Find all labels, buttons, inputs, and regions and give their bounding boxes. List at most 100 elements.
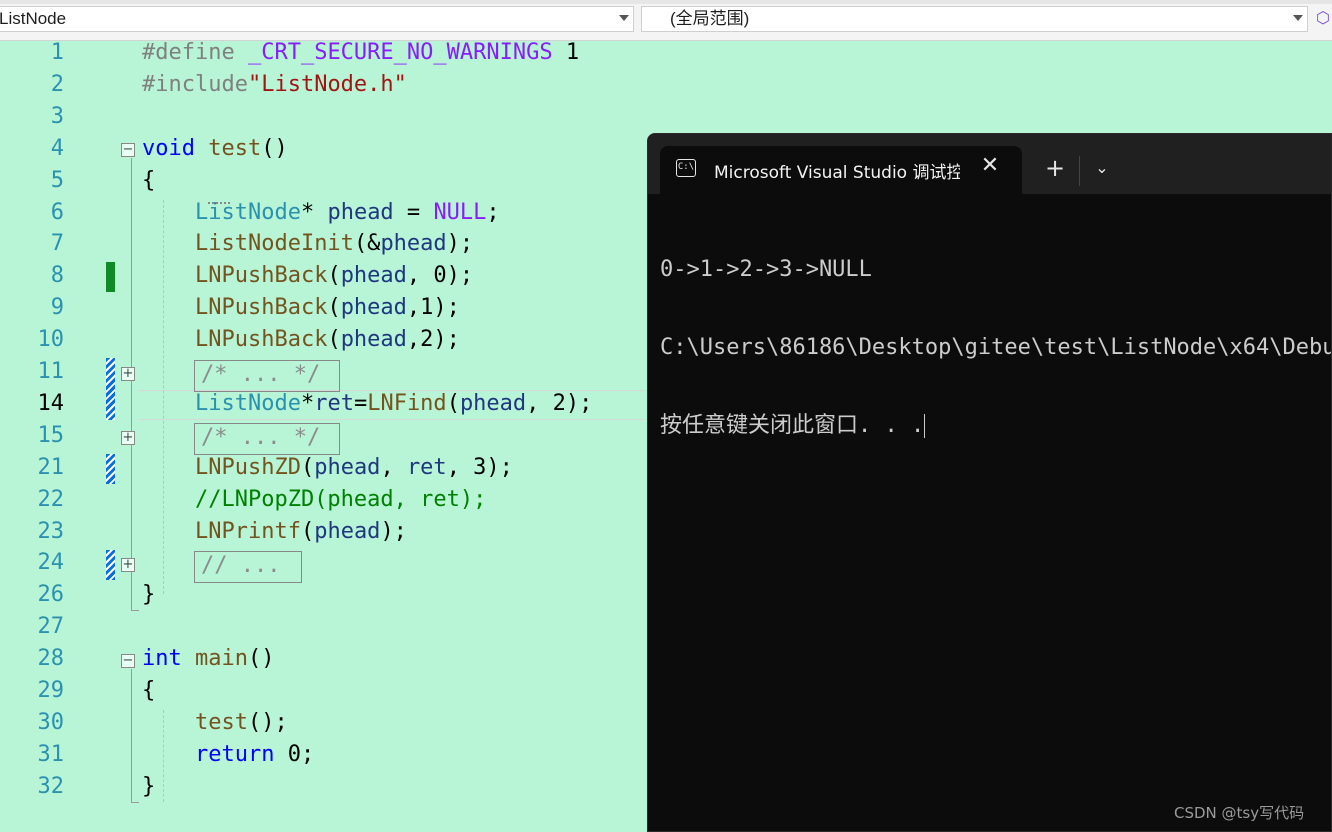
- code-token: ListNodeInit: [194, 231, 354, 257]
- console-tab[interactable]: C:\ Microsoft Visual Studio 调试控制台 ✕: [660, 146, 1022, 194]
- code-line[interactable]: ListNodeInit(&phead);: [142, 231, 473, 256]
- fold-guide-end: [131, 610, 139, 611]
- code-line[interactable]: LNPushBack(phead,2);: [142, 327, 460, 352]
- line-number: 1: [50, 40, 64, 65]
- code-line[interactable]: LNPrintf(phead);: [142, 519, 407, 544]
- line-number: 26: [37, 582, 65, 608]
- code-token: 0;: [274, 741, 315, 767]
- code-line[interactable]: {: [142, 678, 155, 703]
- code-token: phead: [459, 390, 527, 416]
- code-token: ListNode: [194, 390, 301, 416]
- code-token: NULL: [433, 199, 487, 225]
- line-number: 2: [50, 71, 64, 97]
- line-number: 32: [37, 773, 65, 799]
- line-number: 4: [50, 135, 64, 161]
- code-line[interactable]: {: [142, 168, 155, 193]
- code-line[interactable]: LNPushZD(phead, ret, 3);: [142, 455, 513, 480]
- code-line[interactable]: }: [142, 582, 155, 607]
- fold-minus-icon[interactable]: −: [121, 654, 135, 668]
- fold-plus-icon[interactable]: +: [121, 558, 135, 572]
- line-number: 10: [37, 327, 65, 353]
- code-token: ,2);: [406, 327, 460, 353]
- code-token: );: [380, 518, 407, 544]
- code-token: phead: [340, 295, 407, 321]
- code-line[interactable]: #define _CRT_SECURE_NO_WARNINGS 1: [142, 40, 579, 65]
- console-tab-title: Microsoft Visual Studio 调试控制台: [714, 163, 960, 183]
- code-line[interactable]: LNPushBack(phead, 0);: [142, 263, 473, 288]
- code-token: {: [142, 678, 156, 703]
- code-line[interactable]: LNPushBack(phead,1);: [142, 295, 460, 320]
- indent-guide: [163, 200, 164, 594]
- unsaved-change-marker: [106, 454, 115, 484]
- code-token: , 0);: [406, 263, 474, 289]
- code-token: LNPrintf: [194, 518, 301, 544]
- top-strip: [0, 0, 1332, 4]
- line-number: 27: [37, 614, 65, 640]
- fold-plus-icon[interactable]: +: [121, 367, 135, 381]
- code-token: phead: [380, 231, 447, 257]
- close-icon[interactable]: ✕: [978, 154, 1002, 178]
- code-token: LNFind: [367, 390, 447, 416]
- code-token: LNPushZD: [194, 454, 301, 480]
- code-token: (: [327, 263, 341, 289]
- code-token: (): [247, 646, 275, 672]
- code-token: test: [194, 709, 248, 735]
- code-token: phead: [314, 454, 381, 480]
- code-token: phead: [340, 327, 407, 353]
- line-number: 23: [37, 518, 65, 544]
- code-line[interactable]: //LNPopZD(phead, ret);: [142, 487, 486, 512]
- fold-guide-line: [131, 669, 132, 802]
- line-number: 3: [50, 103, 64, 129]
- code-line[interactable]: ListNode* phead = NULL;: [142, 200, 500, 225]
- code-token: ret: [314, 390, 354, 416]
- member-scope-label: (全局范围): [670, 9, 750, 28]
- terminal-icon: C:\: [676, 159, 696, 177]
- cube-icon[interactable]: ⬡: [1316, 10, 1330, 26]
- code-token: }: [142, 773, 156, 799]
- code-token: (&: [353, 231, 381, 257]
- collapsed-region[interactable]: // ...: [194, 551, 302, 583]
- line-number: 6: [50, 199, 64, 225]
- member-scope-dropdown[interactable]: (全局范围): [641, 6, 1308, 32]
- fold-minus-icon[interactable]: −: [121, 143, 135, 157]
- saved-change-marker: [106, 262, 115, 292]
- type-scope-dropdown[interactable]: ListNode: [0, 6, 634, 32]
- code-token: (: [446, 390, 460, 416]
- collapsed-region[interactable]: /* ... */: [194, 360, 340, 392]
- text-cursor: [924, 414, 926, 438]
- code-token: {: [142, 167, 156, 193]
- line-number: 24: [37, 550, 65, 576]
- code-line[interactable]: int main(): [142, 646, 274, 671]
- line-number: 14: [37, 390, 65, 416]
- code-line[interactable]: return 0;: [142, 742, 314, 767]
- new-tab-button[interactable]: +: [1041, 154, 1069, 182]
- console-output[interactable]: 0->1->2->3->NULL C:\Users\86186\Desktop\…: [660, 206, 1331, 490]
- console-prompt-text: 按任意键关闭此窗口. . .: [660, 413, 925, 438]
- code-line[interactable]: void test(): [142, 136, 288, 161]
- line-number: 22: [37, 486, 65, 512]
- watermark: CSDN @tsy写代码: [1174, 804, 1305, 822]
- code-line[interactable]: ListNode*ret=LNFind(phead, 2);: [142, 391, 592, 416]
- code-token: LNPushBack: [194, 295, 328, 321]
- collapsed-region[interactable]: /* ... */: [194, 423, 340, 455]
- line-number: 21: [37, 454, 65, 480]
- code-token: phead: [340, 263, 407, 289]
- console-line: 按任意键关闭此窗口. . .: [660, 412, 1331, 440]
- code-token: return: [194, 741, 275, 767]
- fold-plus-icon[interactable]: +: [121, 431, 135, 445]
- chevron-down-icon: [619, 15, 629, 21]
- code-line[interactable]: #include"ListNode.h": [142, 72, 407, 97]
- code-line[interactable]: }: [142, 774, 155, 799]
- code-token: =: [353, 390, 368, 416]
- fold-guide-end: [131, 802, 139, 803]
- chevron-down-icon[interactable]: ⌄: [1088, 154, 1116, 182]
- code-token: =: [393, 199, 434, 225]
- debug-console-window[interactable]: C:\ Microsoft Visual Studio 调试控制台 ✕ + ⌄ …: [647, 133, 1332, 832]
- code-token: ;: [486, 199, 500, 225]
